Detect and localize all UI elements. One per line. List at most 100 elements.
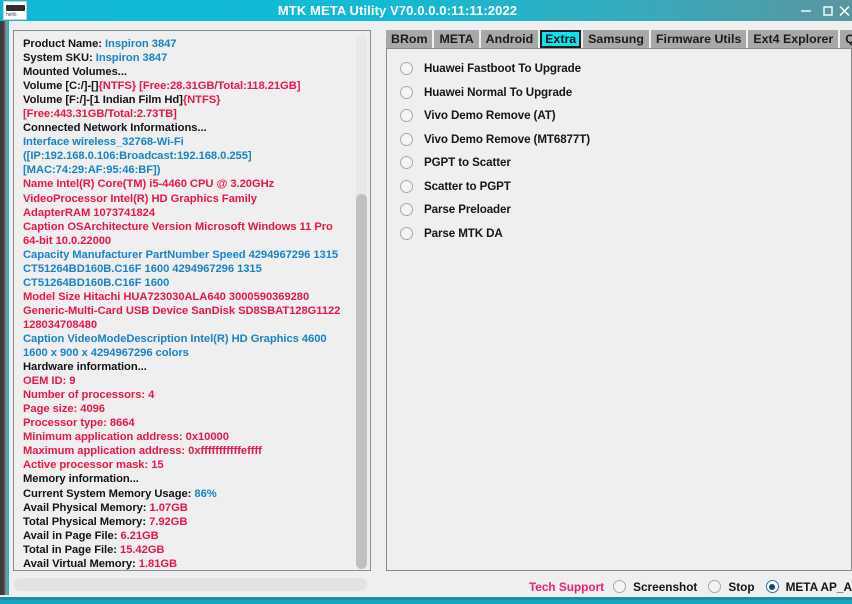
log-segment: VideoProcessor Intel(R) HD Graphics Fami… [23,192,257,205]
status-radio-group: Screenshot Stop META AP_A [613,580,852,594]
radio-label: PGPT to Scatter [424,156,511,170]
option-huawei-normal-to-upgrade[interactable]: Huawei Normal To Upgrade [400,81,851,105]
title-bar[interactable]: hello MTK META Utility V70.0.0.0:11:11:2… [0,0,852,21]
log-line: Hardware information... [23,360,350,374]
log-segment: 1.07GB [149,501,188,514]
tab-extra[interactable]: Extra [540,30,582,48]
log-line: Current System Memory Usage: 86% [23,487,350,501]
log-output-panel[interactable]: Product Name: Inspiron 3847 System SKU: I… [13,30,371,571]
log-line: Mounted Volumes... [23,65,350,79]
log-line: Capacity Manufacturer PartNumber Speed 4… [23,248,350,290]
radio-button[interactable] [400,62,413,76]
radio-button[interactable] [400,132,413,146]
log-scrollbar[interactable] [354,32,369,570]
tab-label: Android [485,32,534,46]
radio-button[interactable] [400,156,413,170]
log-segment: Volume [F:/]-[1 Indian Film Hd] [23,94,183,107]
log-line: Connected Network Informations... [23,121,350,135]
tab-brom[interactable]: BRom [386,30,433,48]
tab-android[interactable]: Android [480,30,539,48]
tech-support-label[interactable]: Tech Support [529,580,604,594]
log-line: Model Size Hitachi HUA723030ALA640 30005… [23,290,350,332]
progress-bar [14,578,367,591]
status-option-meta-ap-a[interactable]: META AP_A [765,580,852,594]
log-segment: Inspiron 3847 [95,52,168,65]
log-segment: Volume [C:/]-[] [23,80,99,93]
tab-samsung[interactable]: Samsung [583,30,649,48]
log-line: Interface wireless_32768-Wi-Fi ([IP:192.… [23,135,350,177]
log-line: Page size: 4096 [23,402,350,416]
option-vivo-demo-remove-mt6877t-[interactable]: Vivo Demo Remove (MT6877T) [400,128,851,152]
log-segment: Avail Virtual Memory: [23,557,139,570]
radio-label: Huawei Fastboot To Upgrade [424,62,581,76]
tab-label: Ext4 Explorer [753,32,834,46]
radio-button[interactable] [400,85,413,99]
tab-meta[interactable]: META [434,30,479,48]
app-icon: hello [3,1,27,20]
log-line: AdapterRAM 1073741824 [23,206,350,220]
status-option-stop[interactable]: Stop [708,579,755,594]
radio-button[interactable] [400,226,413,240]
log-line: Avail Virtual Memory: 1.81GB [23,557,350,570]
log-line: Memory information... [23,472,350,486]
log-line: Total in Page File: 15.42GB [23,543,350,557]
log-segment: Maximum application address: 0xfffffffff… [23,445,262,458]
log-segment: Active processor mask: 15 [23,459,164,472]
tab-label: META [439,32,474,46]
radio-button[interactable] [400,109,413,123]
radio-label: Huawei Normal To Upgrade [424,85,573,99]
tab-strip: BRom META Android Extra Samsung Firmware Util… [386,30,852,48]
log-segment: System SKU: [23,52,96,65]
log-segment: Mounted Volumes... [23,66,127,79]
window-title: MTK META Utility V70.0.0.0:11:11:2022 [277,3,518,18]
radio-label: Parse Preloader [424,203,511,217]
log-segment: Total Physical Memory: [23,515,150,528]
log-line: Maximum application address: 0xfffffffff… [23,444,350,458]
radio-button[interactable] [613,580,627,593]
log-line: VideoProcessor Intel(R) HD Graphics Fami… [23,192,350,206]
tab-firmware-utils[interactable]: Firmware Utils [650,30,747,48]
status-option-label: Screenshot [633,579,698,594]
log-line: Number of processors: 4 [23,388,350,402]
status-option-label: Stop [728,579,755,594]
log-segment: 15.42GB [120,543,165,556]
radio-button[interactable] [400,179,413,193]
log-segment: 86% [194,487,217,500]
log-line: Volume [F:/]-[1 Indian Film Hd]{NTFS} [F… [23,93,350,121]
option-pgpt-to-scatter[interactable]: PGPT to Scatter [400,151,851,175]
log-line: Name Intel(R) Core(TM) i5-4460 CPU @ 3.2… [23,177,350,191]
log-segment: OEM ID: 9 [23,375,76,388]
minimize-icon[interactable] [795,0,817,21]
option-parse-preloader[interactable]: Parse Preloader [400,198,851,222]
log-line: Volume [C:/]-[]{NTFS} [Free:28.31GB/Tota… [23,79,350,93]
option-scatter-to-pgpt[interactable]: Scatter to PGPT [400,175,851,199]
log-segment: 7.92GB [149,515,188,528]
tab-label: Qualcomm [845,32,852,46]
log-segment: Inspiron 3847 [104,38,177,50]
radio-button[interactable] [400,203,413,217]
tab-qualcomm[interactable]: Qualcomm [840,30,852,48]
radio-label: Scatter to PGPT [424,179,511,193]
log-segment: Total in Page File: [23,543,121,556]
log-segment: Capacity Manufacturer PartNumber Speed 4… [23,248,339,289]
log-segment: Caption VideoModeDescription Intel(R) HD… [23,332,327,360]
close-icon[interactable] [839,0,852,21]
option-parse-mtk-da[interactable]: Parse MTK DA [400,222,851,246]
radio-button[interactable] [765,580,779,593]
log-segment: Avail Physical Memory: [23,501,150,514]
tab-ext4-explorer[interactable]: Ext4 Explorer [748,30,839,48]
option-huawei-fastboot-to-upgrade[interactable]: Huawei Fastboot To Upgrade [400,57,851,81]
radio-label: Vivo Demo Remove (AT) [424,109,556,123]
log-line: Avail in Page File: 6.21GB [23,529,350,543]
radio-button[interactable] [708,580,722,593]
log-segment: Caption OSArchitecture Version Microsoft… [23,220,333,247]
status-option-screenshot[interactable]: Screenshot [613,580,697,594]
log-scrollbar-thumb[interactable] [356,194,367,569]
window-controls [795,0,852,21]
radio-label: Vivo Demo Remove (MT6877T) [424,132,590,146]
log-line: System SKU: Inspiron 3847 [23,51,350,65]
tab-label: BRom [391,32,428,46]
maximize-icon[interactable] [817,0,839,21]
tab-label: Extra [545,32,577,46]
option-vivo-demo-remove-at-[interactable]: Vivo Demo Remove (AT) [400,104,851,128]
